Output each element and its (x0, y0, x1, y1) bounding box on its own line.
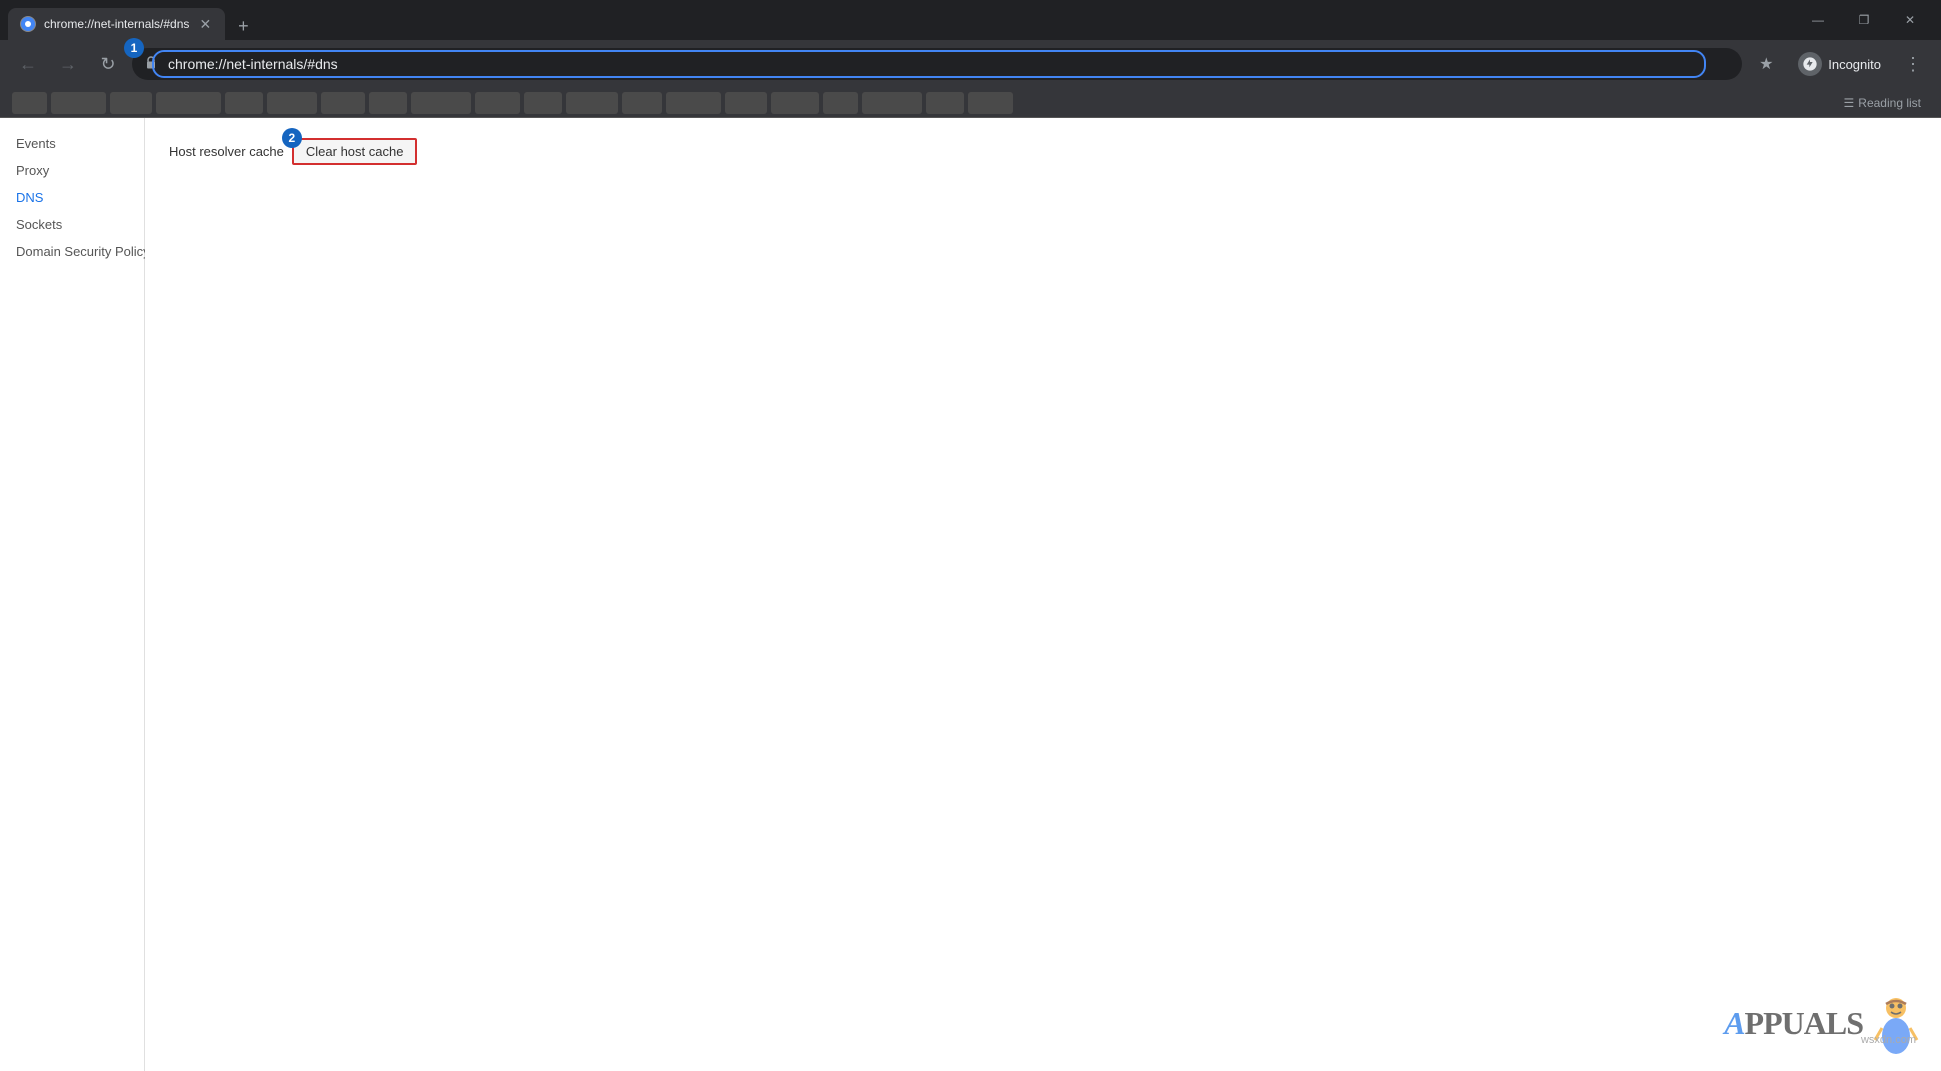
bookmark-item[interactable] (51, 92, 106, 114)
incognito-icon (1798, 52, 1822, 76)
new-tab-button[interactable]: + (229, 12, 257, 40)
watermark: APPUALS wsxdn.com (1724, 996, 1921, 1051)
minimize-button[interactable]: — (1795, 4, 1841, 36)
maximize-button[interactable]: ❐ (1841, 4, 1887, 36)
bookmark-item[interactable] (968, 92, 1013, 114)
clear-cache-button-wrapper: 2 Clear host cache (292, 138, 418, 165)
clear-host-cache-button[interactable]: Clear host cache (292, 138, 418, 165)
tab-area: chrome://net-internals/#dns ✕ + (8, 0, 257, 40)
sidebar-item-proxy-label: Proxy (16, 163, 49, 178)
host-resolver-label: Host resolver cache (169, 144, 284, 159)
close-button[interactable]: ✕ (1887, 4, 1933, 36)
sidebar-item-dns-label: DNS (16, 190, 43, 205)
bookmark-item[interactable] (321, 92, 365, 114)
watermark-domain: wsxdn.com (1861, 1034, 1916, 1046)
bookmark-item[interactable] (156, 92, 221, 114)
sidebar-item-dns[interactable]: DNS (0, 184, 144, 211)
lock-icon (144, 56, 158, 73)
sidebar-item-sockets[interactable]: Sockets (0, 211, 144, 238)
tab-title: chrome://net-internals/#dns (44, 17, 189, 31)
nav-right-area: ★ Incognito ⋮ (1750, 48, 1929, 80)
bookmark-item[interactable] (475, 92, 520, 114)
content-area: Host resolver cache 2 Clear host cache A… (145, 118, 1941, 1071)
sidebar-item-events[interactable]: Events (0, 130, 144, 157)
watermark-a: A (1724, 1005, 1744, 1041)
bookmark-item[interactable] (566, 92, 618, 114)
bookmark-item[interactable] (411, 92, 471, 114)
refresh-button[interactable]: ↻ (92, 48, 124, 80)
bookmark-item[interactable] (622, 92, 662, 114)
tab-close-button[interactable]: ✕ (197, 16, 213, 32)
forward-button[interactable]: → (52, 48, 84, 80)
bookmark-item[interactable] (862, 92, 922, 114)
sidebar-item-proxy[interactable]: Proxy (0, 157, 144, 184)
bookmark-item[interactable] (110, 92, 152, 114)
sidebar: Events Proxy DNS Sockets Domain Security… (0, 118, 145, 1071)
window-controls: — ❐ ✕ (1795, 4, 1933, 36)
main-layout: Events Proxy DNS Sockets Domain Security… (0, 118, 1941, 1071)
navigation-bar: ← → ↻ 1 ★ Incognito ⋮ (0, 40, 1941, 88)
sidebar-item-sockets-label: Sockets (16, 217, 62, 232)
bookmark-item[interactable] (267, 92, 317, 114)
bookmark-button[interactable]: ★ (1750, 48, 1782, 80)
active-tab[interactable]: chrome://net-internals/#dns ✕ (8, 8, 225, 40)
reading-list-button[interactable]: ☰ Reading list (1836, 94, 1929, 112)
bookmark-item[interactable] (12, 92, 47, 114)
address-bar-container: 1 (132, 48, 1742, 80)
bookmark-item[interactable] (369, 92, 407, 114)
bookmark-item[interactable] (225, 92, 263, 114)
title-bar: chrome://net-internals/#dns ✕ + — ❐ ✕ (0, 0, 1941, 40)
sidebar-item-events-label: Events (16, 136, 56, 151)
sidebar-item-domain-security-policy-label: Domain Security Policy (16, 244, 150, 259)
bookmark-item[interactable] (666, 92, 721, 114)
tab-favicon-icon (20, 16, 36, 32)
bookmark-item[interactable] (725, 92, 767, 114)
watermark-ppuals: PPUALS (1745, 1005, 1863, 1041)
menu-button[interactable]: ⋮ (1897, 48, 1929, 80)
bookmarks-bar: ☰ Reading list (0, 88, 1941, 118)
bookmark-item[interactable] (823, 92, 858, 114)
back-button[interactable]: ← (12, 48, 44, 80)
reading-list-icon: ☰ (1844, 96, 1855, 110)
sidebar-item-domain-security-policy[interactable]: Domain Security Policy (0, 238, 144, 265)
incognito-label: Incognito (1828, 57, 1881, 72)
dns-section: Host resolver cache 2 Clear host cache (169, 138, 1917, 165)
watermark-logo: APPUALS (1724, 1005, 1863, 1042)
annotation-badge-2: 2 (282, 128, 302, 148)
annotation-badge-1: 1 (124, 38, 144, 58)
incognito-button[interactable]: Incognito (1786, 48, 1893, 80)
address-input[interactable] (132, 48, 1742, 80)
reading-list-label: Reading list (1858, 96, 1921, 110)
bookmark-item[interactable] (771, 92, 819, 114)
bookmark-item[interactable] (524, 92, 562, 114)
bookmark-item[interactable] (926, 92, 964, 114)
